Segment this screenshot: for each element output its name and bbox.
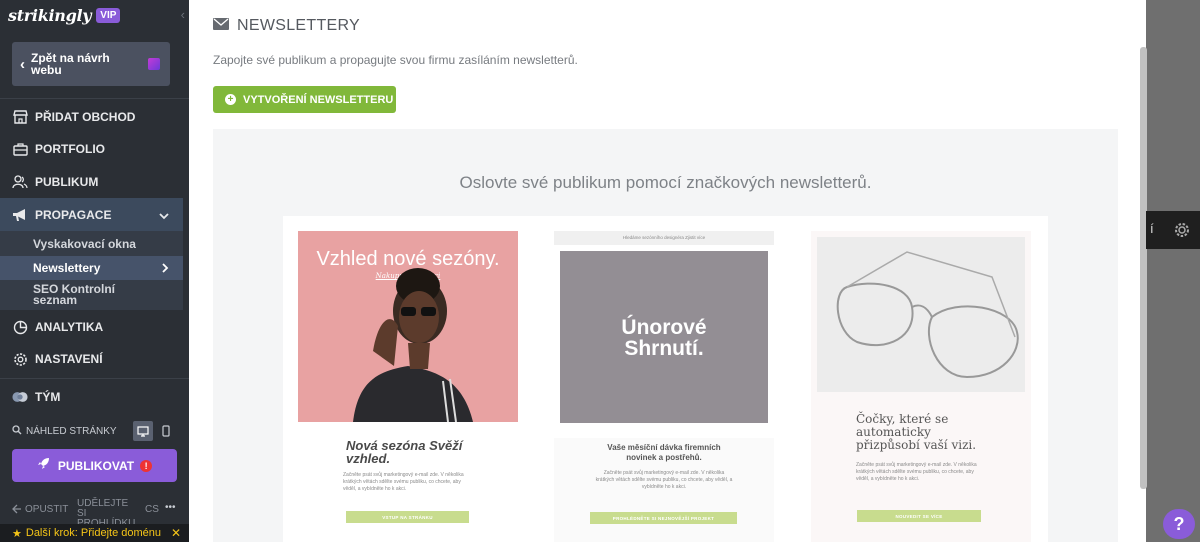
- template-body: Začněte psát svůj marketingový e-mail zd…: [595, 470, 733, 490]
- megaphone-icon: [12, 207, 28, 223]
- scrollbar[interactable]: [1140, 47, 1147, 489]
- glasses-icon: [836, 251, 1019, 379]
- collapse-sidebar-icon[interactable]: ‹: [181, 7, 185, 22]
- exit-icon: [12, 504, 22, 517]
- template-cta-button: PROHLÉDNĚTE SI NEJNOVĚJŠÍ PROJEKT: [590, 512, 737, 524]
- create-newsletter-button[interactable]: + VYTVOŘENÍ NEWSLETTERU: [213, 86, 396, 113]
- toolbar-tab-text: í: [1150, 221, 1154, 236]
- sidebar-item-promotion[interactable]: PROPAGACE: [0, 198, 183, 231]
- briefcase-icon: [12, 141, 28, 157]
- template-hero-title: Únorové Shrnutí.: [621, 316, 707, 360]
- envelope-icon: [213, 17, 229, 35]
- sidebar-subitem-popups[interactable]: Vyskakovací okna: [0, 231, 183, 256]
- mobile-icon: [162, 425, 170, 437]
- template-top-bar: Hledáme sezónního designéra Zjistit více: [554, 231, 774, 245]
- desktop-preview-button[interactable]: [133, 421, 153, 441]
- template-heading: Nová sezóna Svěží vzhled.: [346, 438, 463, 466]
- divider: [0, 378, 189, 379]
- sidebar-item-label: PUBLIKUM: [35, 175, 99, 189]
- sidebar-subitem-newsletters[interactable]: Newslettery: [0, 256, 183, 280]
- star-icon: ★: [12, 527, 22, 540]
- language-select[interactable]: CS: [145, 504, 159, 515]
- sidebar-item-label: NASTAVENÍ: [35, 352, 103, 366]
- template-content-area: Vaše měsíční dávka firemních novinek a p…: [554, 438, 774, 542]
- sidebar-subitem-label: Vyskakovací okna: [33, 236, 136, 251]
- divider: [0, 98, 189, 99]
- sidebar-item-label: TÝM: [35, 390, 61, 404]
- sidebar-subitem-seo[interactable]: SEO Kontrolní seznam: [0, 280, 183, 310]
- site-favicon-icon: [148, 58, 160, 70]
- preview-label: NÁHLED STRÁNKY: [26, 425, 117, 437]
- exit-link[interactable]: OPUSTIT: [25, 504, 68, 515]
- plus-circle-icon: +: [225, 94, 236, 105]
- sidebar-item-label: PORTFOLIO: [35, 142, 105, 156]
- chevron-right-icon: [161, 262, 169, 276]
- sidebar-item-audience[interactable]: PUBLIKUM: [0, 166, 183, 198]
- template-card-season[interactable]: Vzhled nové sezóny. Nakupujte kolekci: [298, 231, 518, 542]
- sidebar-subitem-label: Newslettery: [33, 261, 101, 275]
- gear-icon: [12, 351, 28, 367]
- audience-icon: [12, 174, 28, 190]
- mobile-preview-button[interactable]: [156, 421, 176, 441]
- rocket-icon: [37, 457, 50, 475]
- main-panel: NEWSLETTERY Zapojte své publikum a propa…: [189, 0, 1146, 542]
- sidebar-footer: OPUSTIT UDĚLEJTE SI PROHLÍDKU CS •••: [0, 497, 189, 529]
- close-icon[interactable]: ✕: [171, 526, 181, 540]
- template-hero-image: Únorové Shrnutí.: [560, 251, 768, 423]
- sidebar-item-label: PŘIDAT OBCHOD: [35, 110, 136, 124]
- sidebar-item-analytics[interactable]: ANALYTIKA: [0, 311, 183, 343]
- woman-portrait-image: [353, 268, 473, 422]
- template-gallery: Oslovte své publikum pomocí značkových n…: [213, 129, 1118, 542]
- sidebar-item-portfolio[interactable]: PORTFOLIO: [0, 133, 183, 165]
- chevron-down-icon: [159, 207, 169, 225]
- publish-label: PUBLIKOVAT: [57, 458, 135, 473]
- gear-icon[interactable]: [1171, 219, 1193, 241]
- help-button[interactable]: ?: [1163, 509, 1195, 539]
- template-heading: Čočky, které se automaticky přizpůsobí v…: [856, 412, 977, 452]
- sidebar-item-label: PROPAGACE: [35, 207, 112, 222]
- template-cta-button: NOUVEDIT SE VÍCE: [857, 510, 981, 522]
- store-icon: [12, 109, 28, 125]
- gallery-tagline: Oslovte své publikum pomocí značkových n…: [459, 173, 872, 192]
- template-card-lenses[interactable]: Čočky, které se automaticky přizpůsobí v…: [811, 231, 1031, 542]
- sidebar-subitem-label: SEO Kontrolní seznam: [33, 282, 115, 307]
- more-menu-icon[interactable]: •••: [165, 502, 176, 513]
- page-title: NEWSLETTERY: [237, 17, 361, 34]
- desktop-icon: [137, 425, 149, 437]
- template-card-february[interactable]: Hledáme sezónního designéra Zjistit více…: [554, 231, 774, 542]
- pie-chart-icon: [12, 319, 28, 335]
- logo-row: strikingly VIP ‹: [0, 0, 189, 30]
- create-newsletter-label: VYTVOŘENÍ NEWSLETTERU: [243, 93, 394, 106]
- template-strip: Vzhled nové sezóny. Nakupujte kolekci: [283, 216, 1048, 542]
- sidebar-item-label: ANALYTIKA: [35, 320, 104, 334]
- sidebar-item-store[interactable]: PŘIDAT OBCHOD: [0, 101, 183, 133]
- template-body: Začněte psát svůj marketingový e-mail zd…: [343, 472, 464, 492]
- sidebar-item-team[interactable]: TÝM: [0, 381, 183, 413]
- glasses-image: [817, 237, 1025, 392]
- template-body: Začněte psát svůj marketingový e-mail zd…: [856, 462, 977, 482]
- page-header: NEWSLETTERY: [213, 17, 360, 35]
- back-to-editor-button[interactable]: ‹ Zpět na návrh webu: [12, 42, 170, 86]
- page-subtitle: Zapojte své publikum a propagujte svou f…: [213, 53, 578, 67]
- sidebar-item-settings[interactable]: NASTAVENÍ: [0, 343, 183, 375]
- sidebar: strikingly VIP ‹ ‹ Zpět na návrh webu PŘ…: [0, 0, 189, 542]
- strikingly-logo[interactable]: strikingly: [8, 6, 92, 25]
- publish-button[interactable]: PUBLIKOVAT !: [12, 449, 177, 482]
- next-step-text: Další krok: Přidejte doménu: [25, 527, 161, 539]
- warning-icon: !: [140, 459, 153, 472]
- template-hero-image: Vzhled nové sezóny. Nakupujte kolekci: [298, 231, 518, 422]
- vip-badge: VIP: [96, 7, 121, 23]
- back-button-label: Zpět na návrh webu: [31, 51, 110, 77]
- template-cta-button: VSTUP NA STRÁNKU: [346, 511, 469, 523]
- editor-toolbar-tab[interactable]: í: [1146, 211, 1200, 249]
- team-icon: [12, 389, 28, 405]
- template-heading: Vaše měsíční dávka firemních novinek a p…: [607, 443, 721, 462]
- search-icon: [12, 422, 22, 440]
- chevron-left-icon: ‹: [20, 55, 25, 73]
- next-step-bar[interactable]: ★ Další krok: Přidejte doménu ✕: [0, 524, 189, 542]
